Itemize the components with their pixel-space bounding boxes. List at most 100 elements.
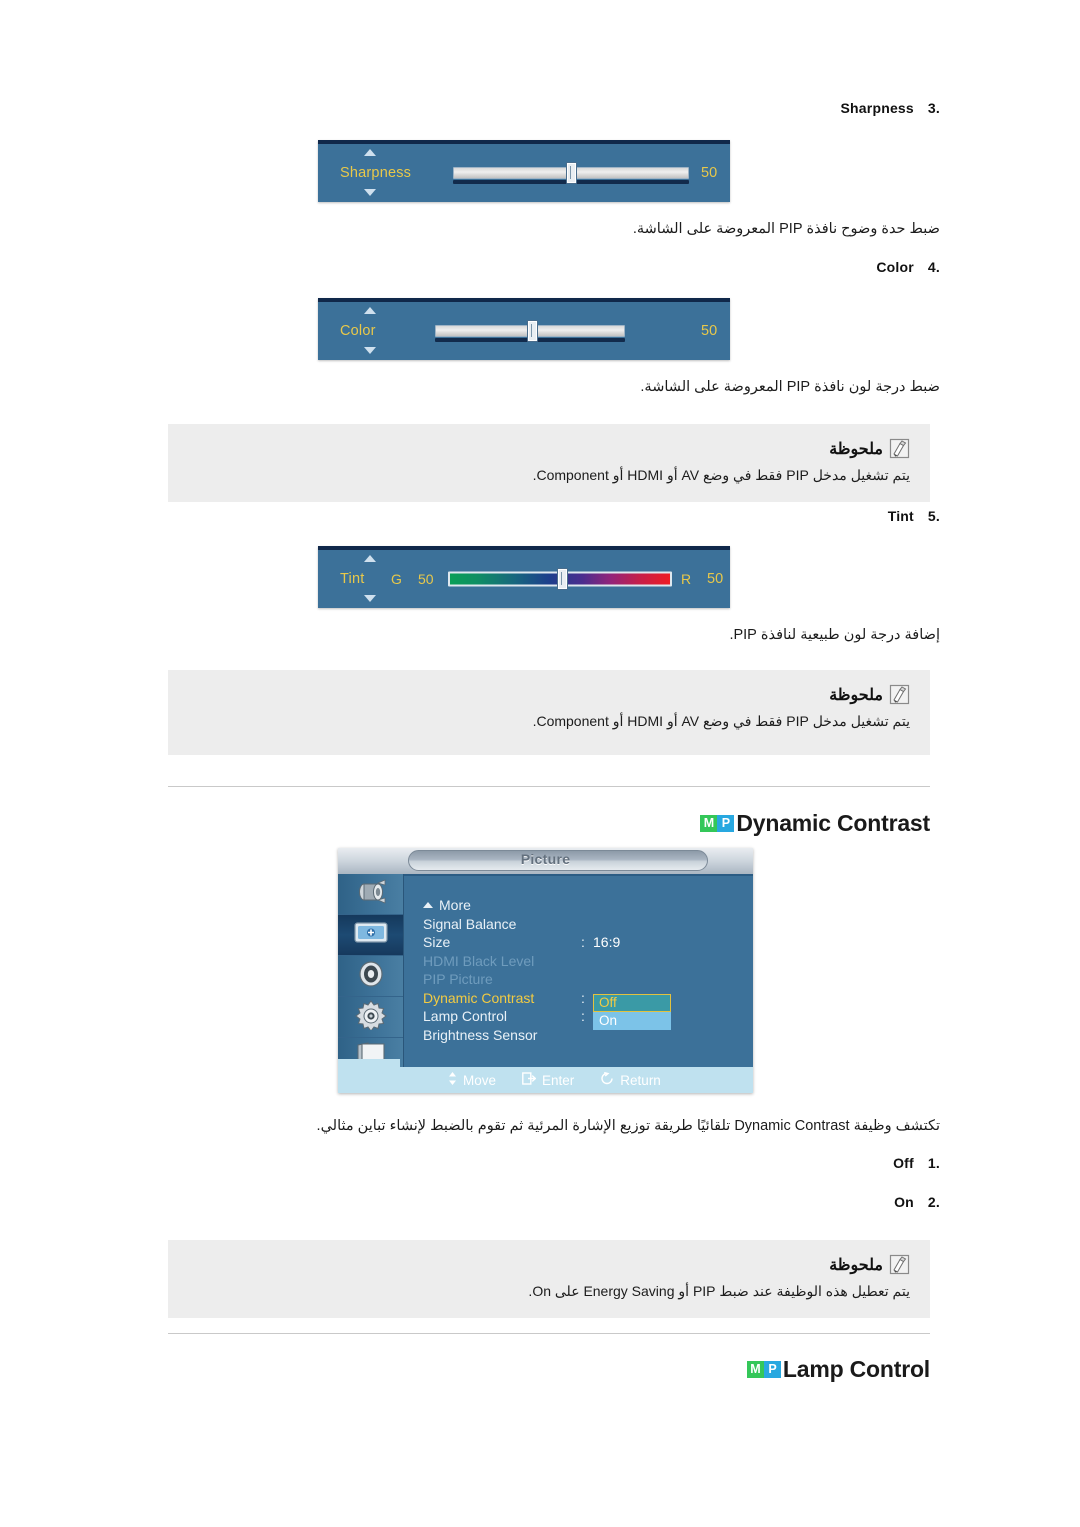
- note-title-text: ملحوظة: [829, 440, 883, 458]
- list-number: .4: [927, 259, 940, 275]
- menu-row-label: Brightness Sensor: [423, 1026, 538, 1043]
- sound-icon: [356, 960, 386, 993]
- description-sharpness: ضبط حدة وضوح نافذة PIP المعروضة على الشا…: [632, 221, 940, 237]
- arrow-down-icon[interactable]: [364, 595, 376, 602]
- menu-row-label: More: [439, 897, 471, 914]
- osd-footer-notch: [338, 1059, 400, 1067]
- section-divider-bottom: [168, 1333, 930, 1334]
- menu-row-hdmi-black-level: HDMI Black Level: [423, 952, 743, 971]
- note-title-row: ملحوظة: [188, 684, 910, 705]
- menu-row-label: HDMI Black Level: [423, 952, 535, 969]
- osd-title-text: Picture: [520, 851, 571, 867]
- note-box-pip-2: ملحوظة يتم تشغيل مدخل PIP فقط في وضع AV …: [168, 670, 930, 755]
- menu-row-label: Lamp Control: [423, 1008, 508, 1025]
- slider-label: Tint: [340, 571, 365, 587]
- footer-move-label: Move: [463, 1072, 497, 1088]
- arrow-down-icon[interactable]: [364, 347, 376, 354]
- section-title-text: Dynamic Contrast: [736, 810, 930, 836]
- osd-slider-color[interactable]: Color 50: [318, 298, 730, 360]
- note-pen-icon: [889, 684, 910, 705]
- menu-row-label: Size: [423, 934, 451, 951]
- note-title-row: ملحوظة: [188, 1254, 910, 1275]
- sidebar-item-setup[interactable]: [338, 997, 403, 1038]
- menu-row-label: Signal Balance: [423, 915, 517, 932]
- arrow-down-icon[interactable]: [364, 189, 376, 196]
- menu-row-size[interactable]: Size : 16:9: [423, 933, 743, 952]
- osd-menu-screenshot[interactable]: Picture More Signal Balance Size: 16:9 …: [338, 848, 753, 1093]
- menu-row-label: Dynamic Contrast: [423, 989, 535, 1006]
- note-pen-icon: [889, 438, 910, 459]
- menu-row-dynamic-contrast[interactable]: Dynamic Contrast :: [423, 989, 743, 1008]
- menu-row-pip-picture: PIP Picture: [423, 970, 743, 989]
- description-color: ضبط درجة لون نافذة PIP المعروضة على الشا…: [640, 379, 940, 395]
- note-box-pip-1: ملحوظة يتم تشغيل مدخل PIP فقط في وضع AV …: [168, 424, 930, 502]
- slider-thumb[interactable]: [566, 162, 577, 184]
- list-number: .1: [927, 1155, 940, 1171]
- note-title-text: ملحوظة: [829, 686, 883, 704]
- osd-menu-list: More Signal Balance Size : 16:9 HDMI Bla…: [423, 896, 743, 1044]
- list-number: .5: [927, 508, 940, 524]
- slider-label: Color: [340, 323, 376, 339]
- sidebar-item-sound[interactable]: [338, 956, 403, 997]
- slider-value: 50: [701, 165, 718, 181]
- list-number: .2: [927, 1194, 940, 1210]
- menu-row-label: PIP Picture: [423, 971, 493, 988]
- footer-return[interactable]: Return: [600, 1071, 661, 1088]
- list-label: Sharpness: [840, 100, 914, 116]
- footer-enter-label: Enter: [542, 1072, 575, 1088]
- slider-thumb[interactable]: [527, 320, 538, 342]
- section-heading-dynamic-contrast: MP Dynamic Contrast: [700, 810, 930, 837]
- dropdown-option-off[interactable]: Off: [593, 994, 671, 1012]
- mp-badge-icon: MP: [746, 1361, 781, 1378]
- badge-m-icon: M: [746, 1361, 764, 1378]
- dropdown-option-on[interactable]: On: [593, 1012, 671, 1030]
- footer-move[interactable]: Move: [448, 1072, 496, 1088]
- menu-row-value: 16:9: [593, 934, 621, 951]
- note-body-text: يتم تعطيل هذه الوظيفة عند ضبط PIP أو Ene…: [528, 1283, 910, 1299]
- list-item-on: .2 On: [894, 1194, 940, 1210]
- slider-green-label: G: [391, 571, 402, 587]
- badge-m-icon: M: [700, 815, 718, 832]
- list-label: On: [894, 1194, 914, 1210]
- slider-label: Sharpness: [340, 165, 412, 181]
- menu-row-colon: :: [581, 934, 585, 951]
- menu-row-colon: :: [581, 989, 585, 1006]
- footer-enter[interactable]: Enter: [522, 1072, 574, 1088]
- sidebar-item-input-source[interactable]: [338, 874, 403, 915]
- note-title-row: ملحوظة: [188, 438, 910, 459]
- sidebar-item-picture[interactable]: [338, 915, 403, 956]
- osd-footer: Move Enter Return: [338, 1067, 753, 1093]
- document-page: .3 Sharpness Sharpness 50 ضبط حدة وضوح نا…: [0, 0, 1080, 1527]
- slider-value: 50: [701, 323, 718, 339]
- menu-row-lamp-control[interactable]: Lamp Control :: [423, 1007, 743, 1026]
- menu-row-brightness-sensor[interactable]: Brightness Sensor: [423, 1026, 743, 1045]
- menu-row-more[interactable]: More: [423, 896, 743, 915]
- arrow-up-icon[interactable]: [364, 307, 376, 314]
- mp-badge-icon: MP: [700, 815, 735, 832]
- osd-dropdown-dynamic-contrast[interactable]: Off On: [593, 994, 671, 1030]
- list-item-tint: .5 Tint: [888, 508, 940, 524]
- slider-thumb[interactable]: [557, 568, 568, 590]
- list-label: Color: [876, 259, 914, 275]
- section-divider-top: [168, 786, 930, 787]
- note-box-dynamic-contrast: ملحوظة يتم تعطيل هذه الوظيفة عند ضبط PIP…: [168, 1240, 930, 1318]
- setup-gear-icon: [354, 999, 387, 1035]
- badge-p-icon: P: [717, 815, 735, 832]
- list-label: Off: [893, 1155, 914, 1171]
- slider-red-value: 50: [707, 571, 724, 587]
- note-title-text: ملحوظة: [829, 1256, 883, 1274]
- return-icon: [600, 1071, 614, 1088]
- badge-p-icon: P: [763, 1361, 781, 1378]
- osd-slider-sharpness[interactable]: Sharpness 50: [318, 140, 730, 202]
- list-item-sharpness: .3 Sharpness: [841, 100, 940, 116]
- move-updown-icon: [448, 1072, 457, 1088]
- list-label: Tint: [887, 508, 914, 524]
- arrow-up-icon[interactable]: [364, 555, 376, 562]
- description-tint: إضافة درجة لون طبيعية لنافذة PIP.: [729, 627, 940, 643]
- description-dynamic-contrast: تكتشف وظيفة Dynamic Contrast تلقائيًا طر…: [316, 1118, 940, 1134]
- menu-row-signal-balance[interactable]: Signal Balance: [423, 915, 743, 934]
- arrow-up-icon[interactable]: [364, 149, 376, 156]
- footer-return-label: Return: [620, 1072, 661, 1088]
- osd-slider-tint[interactable]: Tint G 50 R 50: [318, 546, 730, 608]
- list-number: .3: [927, 100, 940, 116]
